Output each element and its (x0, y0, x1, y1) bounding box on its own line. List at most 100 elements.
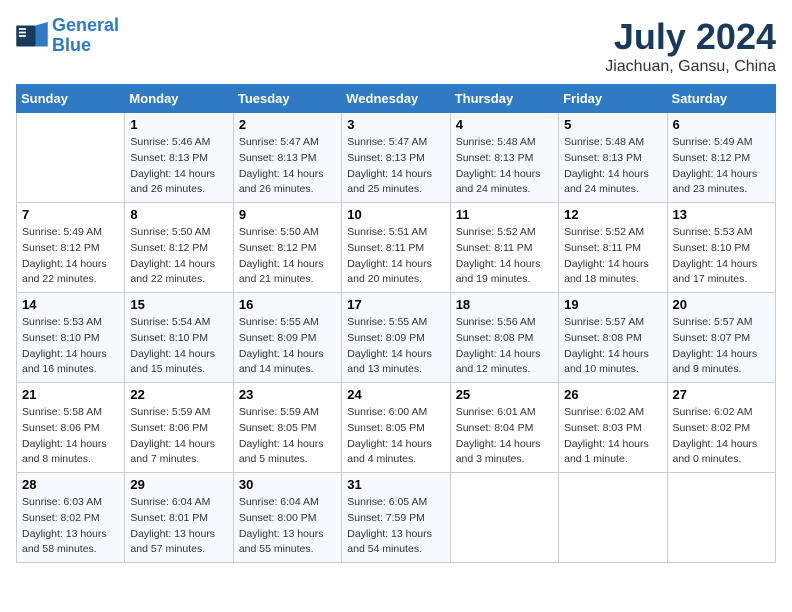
day-info: Sunrise: 5:58 AMSunset: 8:06 PMDaylight:… (22, 405, 119, 468)
day-number: 30 (239, 477, 336, 492)
logo: General Blue (16, 16, 119, 56)
day-info: Sunrise: 5:50 AMSunset: 8:12 PMDaylight:… (130, 225, 227, 288)
day-info: Sunrise: 6:00 AMSunset: 8:05 PMDaylight:… (347, 405, 444, 468)
calendar-cell: 19 Sunrise: 5:57 AMSunset: 8:08 PMDayligh… (559, 293, 667, 383)
calendar-cell: 30Sunrise: 6:04 AMSunset: 8:00 PMDayligh… (233, 473, 341, 563)
calendar-table: SundayMondayTuesdayWednesdayThursdayFrid… (16, 84, 776, 563)
day-number: 16 (239, 297, 336, 312)
logo-line1: General (52, 15, 119, 35)
day-info: Sunrise: 6:03 AMSunset: 8:02 PMDaylight:… (22, 495, 119, 558)
calendar-cell: 16Sunrise: 5:55 AMSunset: 8:09 PMDayligh… (233, 293, 341, 383)
day-info: Sunrise: 5:54 AMSunset: 8:10 PMDaylight:… (130, 315, 227, 378)
week-row-1: 1 Sunrise: 5:46 AMSunset: 8:13 PMDaylight… (17, 113, 776, 203)
day-info: Sunrise: 5:49 AMSunset: 8:12 PMDaylight:… (673, 135, 770, 198)
calendar-cell: 25Sunrise: 6:01 AMSunset: 8:04 PMDayligh… (450, 383, 558, 473)
day-info: Sunrise: 5:49 AMSunset: 8:12 PMDaylight:… (22, 225, 119, 288)
day-number: 12 (564, 207, 661, 222)
calendar-cell: 5 Sunrise: 5:48 AMSunset: 8:13 PMDaylight… (559, 113, 667, 203)
week-row-3: 14 Sunrise: 5:53 AMSunset: 8:10 PMDayligh… (17, 293, 776, 383)
calendar-cell: 10Sunrise: 5:51 AMSunset: 8:11 PMDayligh… (342, 203, 450, 293)
week-row-5: 28 Sunrise: 6:03 AMSunset: 8:02 PMDayligh… (17, 473, 776, 563)
day-number: 20 (673, 297, 770, 312)
weekday-header-saturday: Saturday (667, 85, 775, 113)
day-info: Sunrise: 5:57 AMSunset: 8:08 PMDaylight:… (564, 315, 661, 378)
calendar-cell: 13 Sunrise: 5:53 AMSunset: 8:10 PMDayligh… (667, 203, 775, 293)
day-info: Sunrise: 6:02 AMSunset: 8:03 PMDaylight:… (564, 405, 661, 468)
calendar-cell: 8Sunrise: 5:50 AMSunset: 8:12 PMDaylight… (125, 203, 233, 293)
day-info: Sunrise: 5:48 AMSunset: 8:13 PMDaylight:… (564, 135, 661, 198)
day-info: Sunrise: 5:46 AMSunset: 8:13 PMDaylight:… (130, 135, 227, 198)
day-info: Sunrise: 5:52 AMSunset: 8:11 PMDaylight:… (564, 225, 661, 288)
calendar-cell: 15 Sunrise: 5:54 AMSunset: 8:10 PMDayligh… (125, 293, 233, 383)
day-info: Sunrise: 5:55 AMSunset: 8:09 PMDaylight:… (347, 315, 444, 378)
calendar-cell: 21Sunrise: 5:58 AMSunset: 8:06 PMDayligh… (17, 383, 125, 473)
day-number: 31 (347, 477, 444, 492)
logo-icon (16, 22, 48, 50)
calendar-cell: 12 Sunrise: 5:52 AMSunset: 8:11 PMDayligh… (559, 203, 667, 293)
day-info: Sunrise: 5:47 AMSunset: 8:13 PMDaylight:… (239, 135, 336, 198)
calendar-cell (667, 473, 775, 563)
day-number: 15 (130, 297, 227, 312)
day-number: 26 (564, 387, 661, 402)
calendar-cell: 11 Sunrise: 5:52 AMSunset: 8:11 PMDayligh… (450, 203, 558, 293)
day-info: Sunrise: 6:04 AMSunset: 8:01 PMDaylight:… (130, 495, 227, 558)
day-number: 13 (673, 207, 770, 222)
day-number: 27 (673, 387, 770, 402)
calendar-cell: 31 Sunrise: 6:05 AMSunset: 7:59 PMDayligh… (342, 473, 450, 563)
day-number: 24 (347, 387, 444, 402)
calendar-cell: 9 Sunrise: 5:50 AMSunset: 8:12 PMDaylight… (233, 203, 341, 293)
calendar-cell: 27 Sunrise: 6:02 AMSunset: 8:02 PMDayligh… (667, 383, 775, 473)
day-info: Sunrise: 5:50 AMSunset: 8:12 PMDaylight:… (239, 225, 336, 288)
weekday-header-sunday: Sunday (17, 85, 125, 113)
day-info: Sunrise: 5:52 AMSunset: 8:11 PMDaylight:… (456, 225, 553, 288)
weekday-header-monday: Monday (125, 85, 233, 113)
day-number: 29 (130, 477, 227, 492)
day-info: Sunrise: 5:53 AMSunset: 8:10 PMDaylight:… (22, 315, 119, 378)
day-info: Sunrise: 6:02 AMSunset: 8:02 PMDaylight:… (673, 405, 770, 468)
day-number: 2 (239, 117, 336, 132)
weekday-header-thursday: Thursday (450, 85, 558, 113)
day-number: 25 (456, 387, 553, 402)
week-row-2: 7 Sunrise: 5:49 AMSunset: 8:12 PMDaylight… (17, 203, 776, 293)
day-number: 28 (22, 477, 119, 492)
calendar-cell: 3Sunrise: 5:47 AMSunset: 8:13 PMDaylight… (342, 113, 450, 203)
title-block: July 2024 Jiachuan, Gansu, China (605, 16, 776, 76)
day-number: 23 (239, 387, 336, 402)
calendar-cell: 4 Sunrise: 5:48 AMSunset: 8:13 PMDaylight… (450, 113, 558, 203)
day-info: Sunrise: 6:05 AMSunset: 7:59 PMDaylight:… (347, 495, 444, 558)
calendar-cell: 17 Sunrise: 5:55 AMSunset: 8:09 PMDayligh… (342, 293, 450, 383)
main-title: July 2024 (605, 16, 776, 58)
weekday-header-wednesday: Wednesday (342, 85, 450, 113)
calendar-cell: 14 Sunrise: 5:53 AMSunset: 8:10 PMDayligh… (17, 293, 125, 383)
day-number: 10 (347, 207, 444, 222)
day-info: Sunrise: 5:47 AMSunset: 8:13 PMDaylight:… (347, 135, 444, 198)
calendar-cell: 1 Sunrise: 5:46 AMSunset: 8:13 PMDaylight… (125, 113, 233, 203)
day-number: 7 (22, 207, 119, 222)
calendar-cell (17, 113, 125, 203)
calendar-cell: 26 Sunrise: 6:02 AMSunset: 8:03 PMDayligh… (559, 383, 667, 473)
day-number: 6 (673, 117, 770, 132)
day-number: 11 (456, 207, 553, 222)
day-info: Sunrise: 5:59 AMSunset: 8:05 PMDaylight:… (239, 405, 336, 468)
logo-line2: Blue (52, 36, 119, 56)
calendar-cell: 6 Sunrise: 5:49 AMSunset: 8:12 PMDaylight… (667, 113, 775, 203)
weekday-header-tuesday: Tuesday (233, 85, 341, 113)
calendar-cell: 28 Sunrise: 6:03 AMSunset: 8:02 PMDayligh… (17, 473, 125, 563)
day-info: Sunrise: 5:48 AMSunset: 8:13 PMDaylight:… (456, 135, 553, 198)
page-header: General Blue July 2024 Jiachuan, Gansu, … (16, 16, 776, 76)
calendar-cell: 20 Sunrise: 5:57 AMSunset: 8:07 PMDayligh… (667, 293, 775, 383)
subtitle: Jiachuan, Gansu, China (605, 58, 776, 76)
day-info: Sunrise: 5:57 AMSunset: 8:07 PMDaylight:… (673, 315, 770, 378)
calendar-cell: 2 Sunrise: 5:47 AMSunset: 8:13 PMDaylight… (233, 113, 341, 203)
day-number: 5 (564, 117, 661, 132)
day-info: Sunrise: 5:53 AMSunset: 8:10 PMDaylight:… (673, 225, 770, 288)
calendar-cell: 18Sunrise: 5:56 AMSunset: 8:08 PMDayligh… (450, 293, 558, 383)
day-number: 4 (456, 117, 553, 132)
day-number: 19 (564, 297, 661, 312)
day-number: 14 (22, 297, 119, 312)
day-number: 1 (130, 117, 227, 132)
calendar-cell: 23 Sunrise: 5:59 AMSunset: 8:05 PMDayligh… (233, 383, 341, 473)
day-number: 9 (239, 207, 336, 222)
calendar-cell (559, 473, 667, 563)
day-number: 17 (347, 297, 444, 312)
